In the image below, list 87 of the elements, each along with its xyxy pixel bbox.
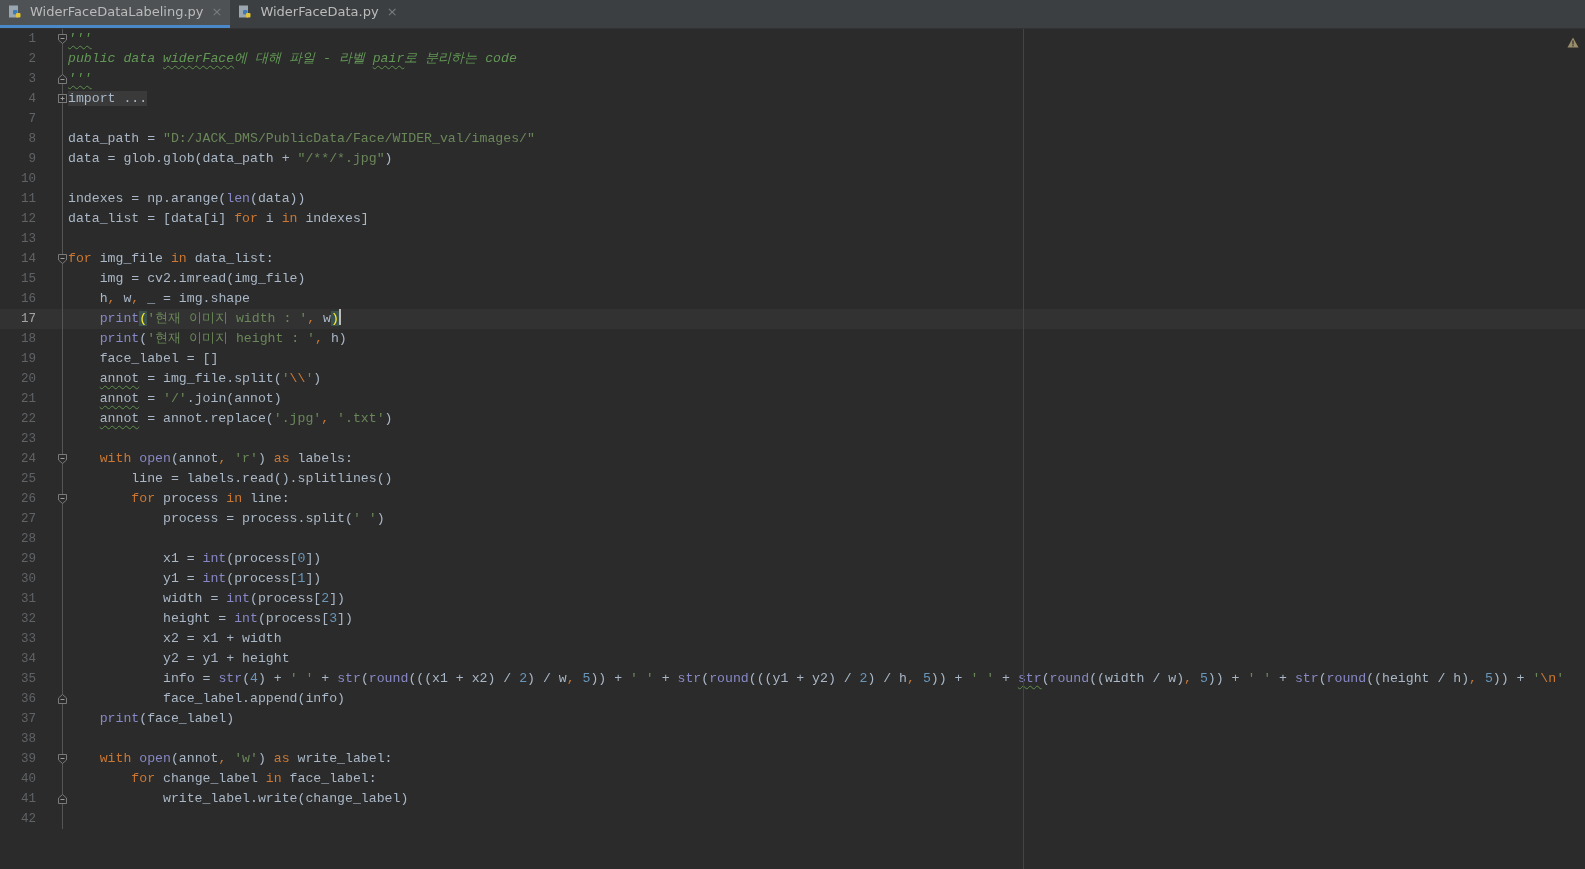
code-line: process = process.split(' ') [161,510,385,528]
close-tab-button[interactable]: × [386,2,398,22]
code-line: h, w, _ = img.shape [98,290,251,308]
fold-icon[interactable] [58,254,67,264]
code-line: data_path = "D:/JACK_DMS/PublicData/Face/WIDER_val/images/" [67,130,535,148]
line-number: 26 [20,491,36,508]
line-number: 25 [20,471,36,488]
line-number: 13 [20,231,36,248]
line-number: 28 [20,531,36,548]
line-number: 19 [20,351,36,368]
line-number: 30 [20,571,36,588]
code-line: data_list = [data[i] for i in indexes] [67,210,369,228]
code-line: width = int(process[2]) [161,590,345,608]
line-number: 15 [20,271,36,288]
code-line: ''' [67,70,92,88]
warning-icon[interactable] [1567,37,1579,48]
line-number: 16 [20,291,36,308]
code-line: annot = '/'.join(annot) [98,390,282,408]
fold-icon[interactable] [58,754,67,764]
line-number: 41 [20,791,36,808]
code-line: data = glob.glob(data_path + "/**/*.jpg") [67,150,393,168]
line-number: 3 [27,71,36,88]
code-line: print('현재 이미지 width : ', w) [98,310,339,328]
code-line: face_label.append(info) [161,690,345,708]
line-number: 10 [20,171,36,188]
code-line: for process in line: [130,490,290,508]
python-file-icon [238,5,253,19]
line-number: 18 [20,331,36,348]
code-line: ''' [67,30,92,48]
line-number: 4 [27,91,36,108]
line-number: 38 [20,731,36,748]
line-number: 40 [20,771,36,788]
line-number: 24 [20,451,36,468]
expand-icon[interactable] [58,94,67,103]
line-number: 17 [20,311,36,328]
fold-icon[interactable] [58,454,67,464]
line-number: 21 [20,391,36,408]
file-tab[interactable]: WiderFaceData.py × [230,0,406,28]
line-number: 8 [27,131,36,148]
line-number: 20 [20,371,36,388]
code-line: annot = img_file.split('\\') [98,370,322,388]
code-line: print('현재 이미지 height : ', h) [98,330,347,348]
fold-icon[interactable] [58,694,67,704]
line-number: 11 [20,191,36,208]
code-line: y1 = int(process[1]) [161,570,322,588]
line-number: 31 [20,591,36,608]
code-line: img = cv2.imread(img_file) [98,270,306,288]
line-number: 2 [27,51,36,68]
line-number: 14 [20,251,36,268]
code-line: public data widerFace에 대해 파일 - 라벨 pair로 분리하는 code [67,50,517,68]
line-number: 35 [20,671,36,688]
line-number: 37 [20,711,36,728]
code-line: print(face_label) [98,710,235,728]
line-number: 33 [20,631,36,648]
code-line: line = labels.read().splitlines() [130,470,393,488]
line-number: 36 [20,691,36,708]
code-line: for img_file in data_list: [67,250,274,268]
line-number: 9 [27,151,36,168]
fold-icon[interactable] [58,34,67,44]
code-line: for change_label in face_label: [130,770,377,788]
line-number: 22 [20,411,36,428]
line-number: 32 [20,611,36,628]
code-line: write_label.write(change_label) [161,790,409,808]
line-number: 1 [27,31,36,48]
line-number: 12 [20,211,36,228]
line-number: 27 [20,511,36,528]
line-number: 42 [20,811,36,828]
code-line: with open(annot, 'r') as labels: [98,450,353,468]
fold-icon[interactable] [58,74,67,84]
code-line: face_label = [] [98,350,219,368]
line-number: 29 [20,551,36,568]
text-caret [338,309,341,325]
fold-icon[interactable] [58,794,67,804]
code-line: with open(annot, 'w') as write_label: [98,750,393,768]
code-line: x1 = int(process[0]) [161,550,322,568]
code-line: x2 = x1 + width [161,630,282,648]
code-line: y2 = y1 + height [161,650,290,668]
code-line: height = int(process[3]) [161,610,353,628]
file-tab[interactable]: WiderFaceDataLabeling.py × [0,0,231,28]
code-line: annot = annot.replace('.jpg', '.txt') [98,410,393,428]
line-number: 39 [20,751,36,768]
line-number: 34 [20,651,36,668]
line-number: 23 [20,431,36,448]
code-line: indexes = np.arange(len(data)) [67,190,306,208]
line-number: 7 [27,111,36,128]
fold-icon[interactable] [58,494,67,504]
python-file-icon [8,5,22,19]
